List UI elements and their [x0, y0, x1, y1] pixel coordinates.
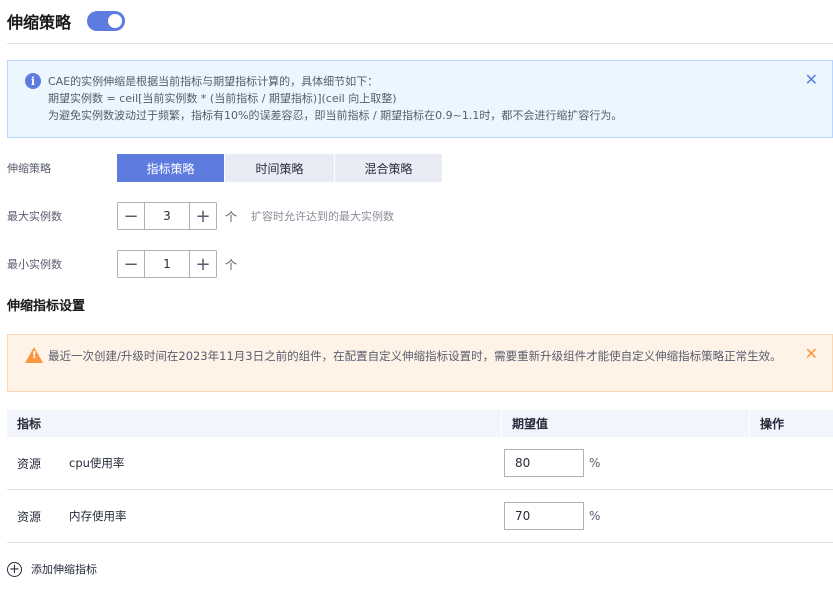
expected-value-cell: 80 %: [504, 449, 600, 477]
strategy-option-metric[interactable]: 指标策略: [117, 154, 225, 182]
max-instances-label: 最大实例数: [7, 210, 62, 223]
add-circle-icon: +: [7, 561, 22, 577]
metric-name: cpu使用率: [69, 456, 125, 470]
min-instances-input[interactable]: 1: [145, 251, 189, 277]
warning-icon: !: [25, 347, 43, 363]
strategy-label: 伸缩策略: [7, 162, 51, 175]
min-instances-stepper: − 1 +: [117, 250, 217, 278]
info-line-2: 期望实例数 = ceil[当前实例数 * (当前指标 / 期望指标)](ceil…: [48, 92, 397, 105]
metrics-table: 指标 期望值 操作 资源 cpu使用率 80 % 资源 内存使用率 70 %: [7, 410, 833, 543]
info-line-3: 为避免实例数波动过于频繁，指标有10%的误差容忍，即当前指标 / 期望指标在0.…: [48, 109, 623, 122]
info-icon: i: [25, 73, 41, 89]
max-instances-row: 最大实例数 − 3 + 个 扩容时允许达到的最大实例数: [7, 202, 394, 230]
metric-name: 内存使用率: [69, 509, 127, 523]
column-header-action: 操作: [749, 410, 833, 437]
info-alert: i CAE的实例伸缩是根据当前指标与期望指标计算的，具体细节如下： 期望实例数 …: [7, 60, 833, 138]
increment-button[interactable]: +: [189, 251, 216, 277]
decrement-button[interactable]: −: [118, 251, 145, 277]
strategy-segmented: 指标策略 时间策略 混合策略: [117, 154, 443, 182]
close-icon[interactable]: ✕: [805, 346, 818, 362]
cpu-expected-input[interactable]: 80: [504, 449, 584, 477]
min-instances-row: 最小实例数 − 1 + 个: [7, 250, 237, 278]
metric-type: 资源: [17, 509, 42, 524]
table-header: 指标 期望值 操作: [7, 410, 833, 437]
expected-value-cell: 70 %: [504, 502, 600, 530]
info-line-1: CAE的实例伸缩是根据当前指标与期望指标计算的，具体细节如下：: [48, 75, 379, 88]
min-instances-unit: 个: [225, 257, 238, 272]
column-header-expected: 期望值: [501, 410, 749, 437]
toggle-knob: [108, 14, 123, 28]
metrics-section-title: 伸缩指标设置: [7, 299, 86, 314]
percent-unit: %: [589, 456, 601, 470]
page-header: 伸缩策略: [7, 0, 126, 42]
strategy-row: 伸缩策略 指标策略 时间策略 混合策略: [7, 154, 443, 182]
strategy-option-mixed[interactable]: 混合策略: [335, 154, 443, 182]
header-divider: [7, 43, 833, 44]
table-row: 资源 cpu使用率 80 %: [7, 437, 833, 490]
add-metric-button[interactable]: + 添加伸缩指标: [7, 561, 97, 577]
info-alert-text: CAE的实例伸缩是根据当前指标与期望指标计算的，具体细节如下： 期望实例数 = …: [48, 73, 622, 124]
increment-button[interactable]: +: [189, 203, 216, 229]
column-header-metric: 指标: [17, 417, 42, 431]
page-title: 伸缩策略: [7, 13, 72, 32]
min-instances-label: 最小实例数: [7, 258, 62, 271]
max-instances-stepper: − 3 +: [117, 202, 217, 230]
max-instances-unit: 个: [225, 209, 238, 224]
warning-alert-text: 最近一次创建/升级时间在2023年11月3日之前的组件，在配置自定义伸缩指标设置…: [48, 349, 782, 363]
strategy-option-time[interactable]: 时间策略: [225, 154, 335, 182]
table-row: 资源 内存使用率 70 %: [7, 490, 833, 543]
percent-unit: %: [589, 509, 601, 523]
close-icon[interactable]: ✕: [805, 72, 818, 88]
memory-expected-input[interactable]: 70: [504, 502, 584, 530]
decrement-button[interactable]: −: [118, 203, 145, 229]
add-metric-label: 添加伸缩指标: [31, 563, 97, 576]
max-instances-input[interactable]: 3: [145, 203, 189, 229]
metric-type: 资源: [17, 456, 42, 471]
max-instances-hint: 扩容时允许达到的最大实例数: [251, 210, 395, 223]
warning-alert: ! 最近一次创建/升级时间在2023年11月3日之前的组件，在配置自定义伸缩指标…: [7, 334, 833, 392]
scaling-toggle[interactable]: [87, 11, 126, 31]
